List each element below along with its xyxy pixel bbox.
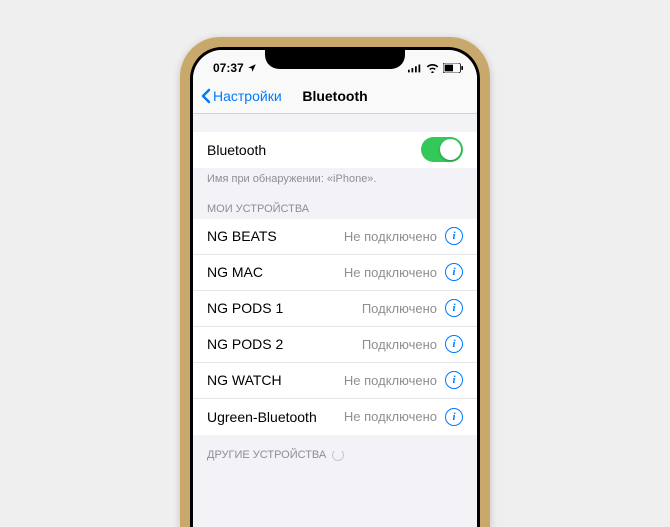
device-status: Подключено [362,337,437,352]
spinner-icon [332,449,344,461]
device-row[interactable]: NG WATCH Не подключено i [193,363,477,399]
device-name: NG WATCH [207,372,282,388]
bluetooth-label: Bluetooth [207,142,266,158]
bluetooth-toggle-group: Bluetooth [193,132,477,168]
status-right [408,63,463,73]
battery-icon [443,63,463,73]
content: Bluetooth Имя при обнаружении: «iPhone».… [193,114,477,465]
spacer [193,114,477,132]
device-name: NG BEATS [207,228,277,244]
info-icon[interactable]: i [445,227,463,245]
device-status: Не подключено [344,229,437,244]
device-status: Не подключено [344,409,437,424]
info-icon[interactable]: i [445,371,463,389]
device-name: NG PODS 2 [207,336,283,352]
discovery-note: Имя при обнаружении: «iPhone». [193,168,477,189]
device-status: Не подключено [344,373,437,388]
device-status: Не подключено [344,265,437,280]
device-name: NG PODS 1 [207,300,283,316]
my-devices-list: NG BEATS Не подключено i NG MAC Не подкл… [193,219,477,435]
device-name: NG MAC [207,264,263,280]
notch [265,47,405,69]
phone-bezel: 07:37 Настройки Bluetooth [190,47,480,527]
info-icon[interactable]: i [445,299,463,317]
device-row[interactable]: NG PODS 2 Подключено i [193,327,477,363]
device-name: Ugreen-Bluetooth [207,409,317,425]
screen: 07:37 Настройки Bluetooth [193,50,477,527]
bluetooth-toggle[interactable] [421,137,463,162]
other-devices-label: ДРУГИЕ УСТРОЙСТВА [207,449,326,461]
device-row[interactable]: NG MAC Не подключено i [193,255,477,291]
back-button[interactable]: Настройки [201,88,282,104]
phone-frame: 07:37 Настройки Bluetooth [180,37,490,527]
device-status: Подключено [362,301,437,316]
bluetooth-toggle-row[interactable]: Bluetooth [193,132,477,168]
nav-title: Bluetooth [302,88,367,104]
info-icon[interactable]: i [445,335,463,353]
info-icon[interactable]: i [445,263,463,281]
device-row[interactable]: Ugreen-Bluetooth Не подключено i [193,399,477,435]
status-time: 07:37 [213,61,244,75]
wifi-icon [426,63,439,73]
device-row[interactable]: NG BEATS Не подключено i [193,219,477,255]
back-label: Настройки [213,88,282,104]
location-icon [247,63,257,73]
nav-bar: Настройки Bluetooth [193,80,477,114]
cellular-icon [408,63,422,73]
device-row[interactable]: NG PODS 1 Подключено i [193,291,477,327]
status-left: 07:37 [213,61,257,75]
my-devices-header: МОИ УСТРОЙСТВА [193,189,477,219]
info-icon[interactable]: i [445,408,463,426]
chevron-left-icon [201,88,211,104]
other-devices-header: ДРУГИЕ УСТРОЙСТВА [193,435,477,465]
